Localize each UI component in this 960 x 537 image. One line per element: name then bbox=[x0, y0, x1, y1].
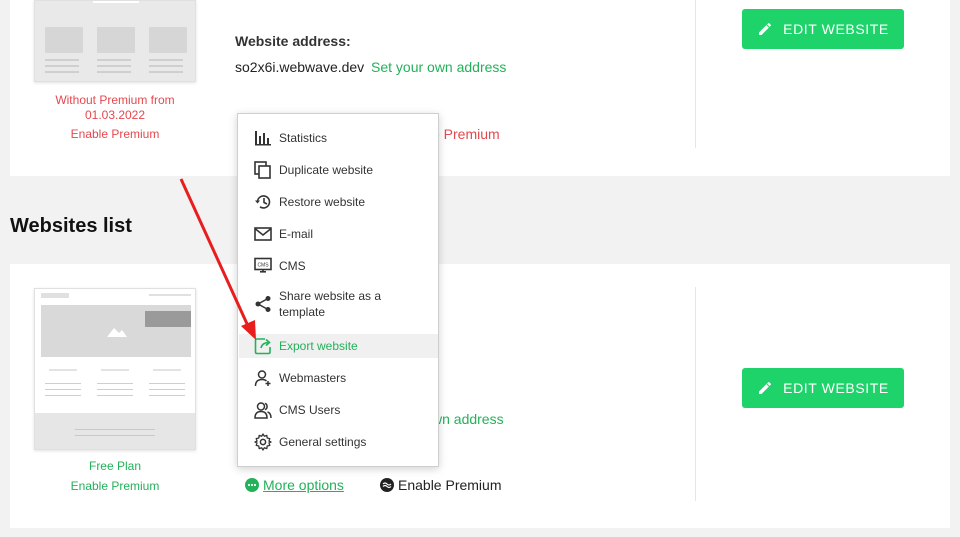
menu-item-label: CMS bbox=[279, 259, 306, 273]
more-dots-icon bbox=[245, 478, 259, 492]
enable-premium-link-current[interactable]: Enable Premium bbox=[34, 127, 196, 142]
edit-website-label: EDIT WEBSITE bbox=[783, 21, 889, 37]
menu-item-label: CMS Users bbox=[279, 403, 341, 417]
monitor-icon: CMS bbox=[253, 256, 273, 276]
menu-item-label: General settings bbox=[279, 435, 367, 449]
plan-status-line1: Without Premium from bbox=[55, 93, 175, 107]
menu-item-share-template[interactable]: Share website as a template bbox=[239, 286, 438, 322]
menu-item-label: Statistics bbox=[279, 131, 328, 145]
menu-item-duplicate[interactable]: Duplicate website bbox=[239, 158, 438, 182]
menu-item-cms-users[interactable]: CMS Users bbox=[239, 398, 438, 422]
menu-item-label: Export website bbox=[279, 339, 358, 353]
plan-name: Free Plan bbox=[88, 459, 142, 473]
more-options-dropdown: Statistics Duplicate website Restore web… bbox=[237, 113, 439, 467]
page-title: Websites list bbox=[10, 215, 132, 237]
menu-item-label: Restore website bbox=[279, 195, 366, 209]
share-icon bbox=[253, 294, 273, 314]
user-add-icon bbox=[253, 368, 273, 388]
edit-website-button-current[interactable]: EDIT WEBSITE bbox=[742, 9, 904, 49]
plan-status: Without Premium from 01.03.2022 bbox=[34, 93, 196, 123]
premium-icon bbox=[380, 478, 394, 492]
menu-item-cms[interactable]: CMS CMS bbox=[239, 254, 438, 278]
edit-website-label: EDIT WEBSITE bbox=[783, 380, 889, 396]
card-divider bbox=[695, 0, 696, 148]
menu-item-label: Share website as a template bbox=[279, 289, 382, 319]
more-options-button[interactable]: More options bbox=[245, 477, 344, 493]
set-own-address-link[interactable]: Set your own address bbox=[371, 59, 506, 75]
mail-icon bbox=[253, 224, 273, 244]
menu-item-label: E-mail bbox=[279, 227, 314, 241]
users-icon bbox=[253, 400, 273, 420]
pencil-icon bbox=[759, 22, 772, 35]
svg-text:CMS: CMS bbox=[257, 263, 269, 269]
menu-item-label: Webmasters bbox=[279, 371, 347, 385]
menu-item-export[interactable]: Export website bbox=[239, 334, 438, 358]
website-thumbnail-list[interactable] bbox=[34, 288, 196, 450]
website-address-label: Website address: bbox=[235, 33, 351, 49]
menu-item-label: Duplicate website bbox=[279, 163, 374, 177]
bar-chart-icon bbox=[253, 128, 273, 148]
copy-icon bbox=[253, 160, 273, 180]
plan-status-line2: 01.03.2022 bbox=[84, 108, 146, 122]
set-own-address-partial[interactable]: wn address bbox=[432, 411, 504, 427]
enable-premium-link-list[interactable]: Enable Premium bbox=[34, 479, 196, 494]
pencil-icon bbox=[759, 381, 772, 394]
enable-premium-label: Enable Premium bbox=[398, 477, 502, 493]
menu-item-general-settings[interactable]: General settings bbox=[239, 430, 438, 454]
edit-website-button-list[interactable]: EDIT WEBSITE bbox=[742, 368, 904, 408]
history-icon bbox=[253, 192, 273, 212]
menu-item-email[interactable]: E-mail bbox=[239, 222, 438, 246]
website-thumbnail-current[interactable] bbox=[34, 0, 196, 82]
menu-item-restore[interactable]: Restore website bbox=[239, 190, 438, 214]
export-icon bbox=[253, 336, 273, 356]
enable-premium-partial[interactable]: e Premium bbox=[432, 126, 500, 142]
website-address-value: so2x6i.webwave.dev bbox=[235, 59, 365, 75]
gear-icon bbox=[253, 432, 273, 452]
menu-item-statistics[interactable]: Statistics bbox=[239, 126, 438, 150]
enable-premium-button[interactable]: Enable Premium bbox=[380, 477, 502, 493]
menu-item-webmasters[interactable]: Webmasters bbox=[239, 366, 438, 390]
card-divider bbox=[695, 287, 696, 501]
more-options-label: More options bbox=[263, 477, 344, 493]
